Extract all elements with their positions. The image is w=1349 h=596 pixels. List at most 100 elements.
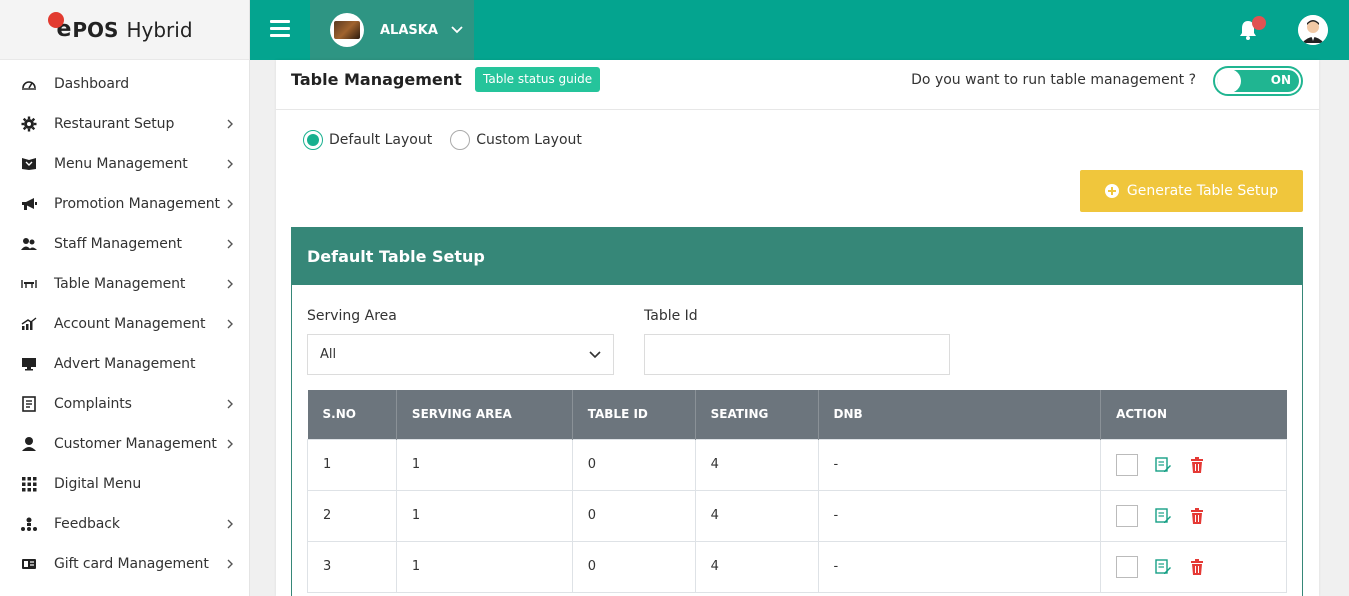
sidebar-item-label: Complaints	[54, 396, 132, 412]
edit-icon[interactable]	[1154, 558, 1172, 576]
sidebar-item-promotion-management[interactable]: Promotion Management	[0, 184, 249, 224]
top-bar: ALASKA	[250, 0, 1349, 60]
sidebar-item-label: Gift card Management	[54, 556, 209, 572]
cell-serving-area: 1	[395, 489, 573, 542]
cell-dnb: -	[817, 489, 1102, 542]
edit-icon[interactable]	[1154, 507, 1172, 525]
store-name: ALASKA	[380, 22, 438, 38]
sidebar-item-dashboard[interactable]: Dashboard	[0, 64, 249, 104]
run-table-management-question: Do you want to run table management ?	[911, 72, 1196, 88]
logo-mark-icon	[48, 12, 64, 28]
panel-title: Default Table Setup	[292, 228, 1302, 285]
generate-table-setup-button[interactable]: Generate Table Setup	[1080, 170, 1303, 212]
sidebar-item-staff-management[interactable]: Staff Management	[0, 224, 249, 264]
sidebar-item-label: Staff Management	[54, 236, 182, 252]
table-setup-table: S.NO SERVING AREA TABLE ID SEATING DNB A…	[307, 390, 1287, 593]
sidebar-item-restaurant-setup[interactable]: Restaurant Setup	[0, 104, 249, 144]
sidebar-item-account-management[interactable]: Account Management	[0, 304, 249, 344]
sidebar-item-label: Restaurant Setup	[54, 116, 175, 132]
radio-label: Custom Layout	[476, 132, 582, 148]
custom-layout-radio[interactable]: Custom Layout	[450, 130, 582, 150]
column-header-dnb: DNB	[818, 390, 1102, 439]
default-layout-radio[interactable]: Default Layout	[303, 130, 432, 150]
radio-checked-icon	[303, 130, 323, 150]
toggle-knob	[1217, 69, 1241, 93]
run-table-management-toggle[interactable]: ON	[1213, 66, 1303, 96]
table-header-row: S.NO SERVING AREA TABLE ID SEATING DNB A…	[307, 390, 1287, 439]
radio-unchecked-icon	[450, 130, 471, 150]
default-table-setup-panel: Default Table Setup Serving Area All Tab…	[291, 227, 1303, 596]
cell-action	[1100, 489, 1287, 542]
sidebar-item-feedback[interactable]: Feedback	[0, 504, 249, 544]
table-icon	[20, 275, 38, 293]
sidebar-item-label: Table Management	[54, 276, 186, 292]
cell-sno: 2	[307, 489, 397, 542]
sidebar-item-menu-management[interactable]: Menu Management	[0, 144, 249, 184]
sidebar-item-label: Digital Menu	[54, 476, 142, 492]
brand-hybrid: Hybrid	[126, 17, 193, 42]
cell-table-id: 0	[571, 438, 696, 491]
column-header-serving-area: SERVING AREA	[396, 390, 573, 439]
serving-area-label: Serving Area	[307, 308, 397, 324]
sidebar-item-table-management[interactable]: Table Management	[0, 264, 249, 304]
serving-area-select[interactable]: All	[307, 334, 614, 375]
edit-icon[interactable]	[1154, 456, 1172, 474]
hamburger-menu-icon[interactable]	[270, 20, 290, 38]
sidebar-item-gift-card-management[interactable]: Gift card Management	[0, 544, 249, 584]
row-checkbox[interactable]	[1116, 555, 1139, 578]
delete-icon[interactable]	[1188, 456, 1206, 474]
cell-dnb: -	[817, 540, 1102, 593]
cell-action	[1100, 540, 1287, 593]
brand-logo[interactable]: e POS Hybrid	[0, 0, 249, 60]
delete-icon[interactable]	[1188, 507, 1206, 525]
cell-table-id: 0	[571, 489, 696, 542]
menu-book-icon	[20, 155, 38, 173]
sidebar-item-digital-menu[interactable]: Digital Menu	[0, 464, 249, 504]
store-avatar	[330, 13, 364, 47]
chart-icon	[20, 315, 38, 333]
store-selector[interactable]: ALASKA	[310, 0, 474, 60]
chevron-right-icon	[223, 436, 237, 452]
column-header-action: ACTION	[1100, 390, 1287, 439]
cell-sno: 1	[307, 438, 397, 491]
serving-area-value: All	[320, 347, 337, 362]
sidebar-item-label: Feedback	[54, 516, 120, 532]
chevron-right-icon	[223, 556, 237, 572]
row-checkbox[interactable]	[1116, 453, 1139, 476]
generate-table-setup-label: Generate Table Setup	[1126, 183, 1279, 199]
cell-seating: 4	[694, 540, 819, 593]
staff-icon	[20, 235, 38, 253]
cell-serving-area: 1	[395, 540, 573, 593]
cell-action	[1100, 438, 1287, 491]
table-management-card: Table Management Table status guide Do y…	[276, 60, 1319, 596]
table-id-input[interactable]	[644, 334, 950, 375]
layout-radio-group: Default Layout Custom Layout	[303, 130, 600, 150]
row-checkbox[interactable]	[1116, 504, 1139, 527]
sidebar-item-label: Customer Management	[54, 436, 217, 452]
column-header-sno: S.NO	[307, 390, 397, 439]
cell-seating: 4	[694, 489, 819, 542]
table-row: 2 1 0 4 -	[307, 489, 1287, 542]
document-icon	[20, 395, 38, 413]
brand-pos: POS	[72, 17, 119, 42]
table-status-guide-button[interactable]: Table status guide	[475, 67, 601, 92]
sidebar-item-complaints[interactable]: Complaints	[0, 384, 249, 424]
sidebar-nav: Dashboard Restaurant Setup Menu Manageme…	[0, 60, 249, 584]
table-row: 3 1 0 4 -	[307, 540, 1287, 593]
delete-icon[interactable]	[1188, 558, 1206, 576]
cell-seating: 4	[694, 438, 819, 491]
chevron-down-icon	[589, 351, 601, 359]
sidebar-item-label: Dashboard	[54, 76, 130, 92]
table-row: 1 1 0 4 -	[307, 438, 1287, 491]
sidebar-item-customer-management[interactable]: Customer Management	[0, 424, 249, 464]
sidebar-item-advert-management[interactable]: Advert Management	[0, 344, 249, 384]
user-avatar[interactable]	[1298, 15, 1328, 45]
column-header-table-id: TABLE ID	[572, 390, 696, 439]
dashboard-icon	[20, 75, 38, 93]
main-content: Table Management Table status guide Do y…	[250, 60, 1349, 596]
gift-card-icon	[20, 555, 38, 573]
notification-badge	[1252, 16, 1266, 30]
sidebar-item-label: Account Management	[54, 316, 206, 332]
chevron-right-icon	[223, 236, 237, 252]
sidebar-item-label: Menu Management	[54, 156, 188, 172]
